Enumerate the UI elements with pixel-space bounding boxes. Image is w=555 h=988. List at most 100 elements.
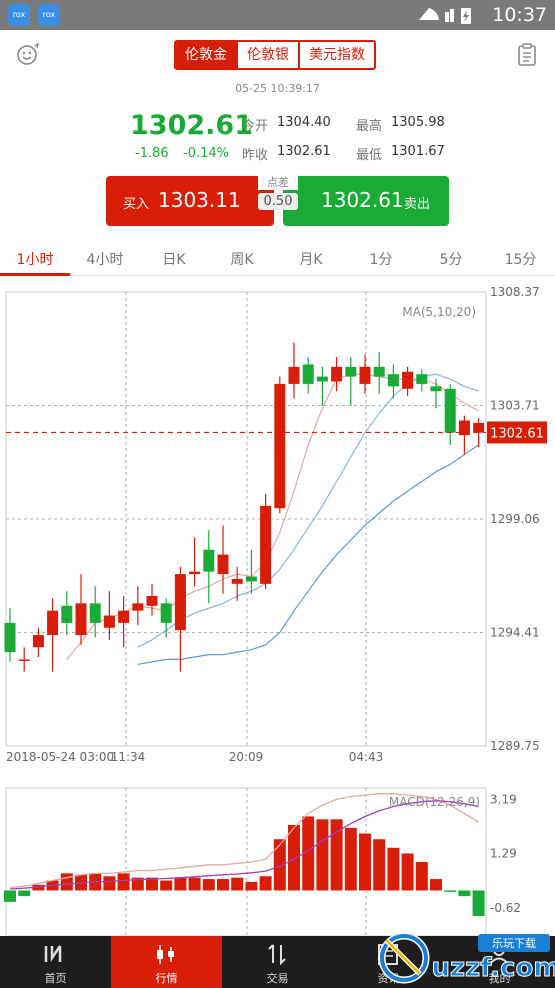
macd-bar [231, 877, 244, 891]
clipboard-icon[interactable] [516, 43, 538, 67]
candle-body [61, 605, 73, 623]
tab-dollar-index[interactable]: 美元指数 [298, 42, 374, 68]
app-root: rox rox 10:37 伦敦金 伦敦银 美元指数 05-25 10:39:1… [0, 0, 555, 988]
tab-1min[interactable]: 1分 [346, 249, 416, 269]
open-label: 今开 [242, 119, 269, 134]
x-tick-label: 2018-05-24 03:00 [6, 750, 114, 764]
buy-price: 1303.11 [158, 188, 241, 212]
last-price: 1302.61 [130, 110, 253, 141]
tab-4h[interactable]: 4小时 [70, 249, 140, 269]
candle-body [288, 366, 300, 384]
nav-market[interactable]: 行情 [111, 936, 222, 988]
open-value: 1304.40 [277, 115, 331, 130]
macd-y-tick-label: 1.29 [490, 847, 517, 861]
instrument-tabs: 伦敦金 伦敦银 美元指数 [174, 40, 376, 70]
tab-15min[interactable]: 15分 [486, 249, 555, 269]
tab-5min[interactable]: 5分 [416, 249, 486, 269]
macd-bar [245, 881, 258, 891]
nav-trade-label: 交易 [266, 972, 289, 985]
quote-timestamp: 05-25 10:39:17 [235, 82, 320, 95]
trade-arrows-icon [268, 944, 286, 966]
candle-body [416, 374, 428, 384]
macd-bar [458, 890, 471, 897]
candle-body [18, 659, 30, 661]
macd-bar [472, 890, 485, 917]
tab-london-gold[interactable]: 伦敦金 [176, 42, 236, 68]
candle-body [203, 549, 215, 572]
macd-chart[interactable]: 3.19 1.29 -0.62 MACD(12,26,9) [0, 780, 555, 936]
macd-y-tick-label: -0.62 [490, 901, 521, 915]
y-tick-label: 1308.37 [490, 285, 540, 299]
tab-daily[interactable]: 日K [140, 249, 208, 269]
x-axis-ticks: 2018-05-24 03:0011:34 20:09 04:43 [6, 750, 383, 764]
price-change: -1.86 [135, 146, 169, 161]
macd-bar [174, 877, 187, 891]
ma-legend: MA(5,10,20) [402, 305, 476, 319]
tab-monthly[interactable]: 月K [276, 249, 346, 269]
y-tick-label: 1289.75 [490, 739, 540, 753]
candle-body [316, 376, 328, 382]
buy-button[interactable]: 买入 1303.11 [106, 176, 274, 226]
smiley-icon[interactable] [15, 42, 41, 68]
candle-body [217, 554, 229, 575]
candle-body [4, 622, 16, 653]
macd-legend: MACD(12,26,9) [389, 795, 480, 809]
macd-bar [430, 879, 442, 891]
spread-box: 点差 0.50 [258, 174, 298, 214]
price-change-pct: -0.14% [183, 146, 229, 161]
tab-london-silver[interactable]: 伦敦银 [236, 42, 298, 68]
candle-body [302, 364, 314, 384]
watermark-text: uzzf.com [432, 953, 555, 983]
sell-label: 卖出 [404, 197, 431, 212]
period-tabs: 1小时 4小时 日K 周K 月K 1分 5分 15分 [0, 240, 555, 276]
y-tick-label: 1294.41 [490, 625, 540, 639]
tab-1h[interactable]: 1小时 [0, 249, 70, 269]
macd-bar [373, 839, 386, 891]
candle-body [444, 388, 456, 433]
macd-bar [217, 879, 229, 891]
sell-button[interactable]: 1302.61 卖出 [283, 176, 449, 226]
rox-app-icon: rox [38, 4, 60, 26]
tab-weekly[interactable]: 周K [208, 249, 276, 269]
buy-label: 买入 [123, 197, 150, 212]
low-value: 1301.67 [391, 144, 445, 159]
high-value: 1305.98 [391, 115, 445, 130]
y-tick-label: 1303.71 [490, 399, 540, 413]
macd-bar [401, 853, 414, 891]
macd-bar [444, 890, 457, 892]
status-bar: rox rox 10:37 [0, 0, 555, 30]
macd-bar [288, 825, 300, 891]
candle-body [32, 635, 44, 648]
macd-bar [4, 890, 16, 902]
candle-body [274, 383, 286, 509]
home-logo-icon [44, 945, 62, 963]
nav-home-label: 首页 [44, 972, 67, 985]
nav-home[interactable]: 首页 [0, 936, 111, 988]
prev-close-value: 1302.61 [277, 144, 331, 159]
macd-y-tick-label: 3.19 [490, 793, 517, 807]
candle-body [331, 366, 343, 382]
macd-bar [415, 862, 428, 891]
spread-label: 点差 [258, 174, 298, 190]
candlestick-chart[interactable]: 1302.61 1308.37 1303.71 1299.06 1294.41 1289… [0, 280, 555, 770]
x-tick-label: 04:43 [349, 750, 384, 764]
macd-bar [387, 847, 400, 891]
macd-y-ticks: 3.19 1.29 -0.62 [490, 793, 521, 915]
macd-bar [160, 880, 173, 891]
macd-bar [60, 873, 73, 891]
candle-body [473, 422, 485, 433]
macd-bar [316, 819, 329, 891]
candle-body [430, 386, 442, 392]
candle-body [245, 576, 257, 582]
system-status-icons [419, 8, 471, 24]
candle-body [132, 603, 144, 611]
candle-body [189, 571, 201, 575]
candle-body [174, 574, 186, 631]
candle-body [387, 374, 399, 387]
macd-bar [344, 827, 357, 891]
candle-body [345, 366, 357, 377]
nav-trade[interactable]: 交易 [222, 936, 333, 988]
macd-bar [117, 873, 130, 891]
candlestick-icon [157, 945, 174, 964]
high-label: 最高 [356, 119, 383, 134]
